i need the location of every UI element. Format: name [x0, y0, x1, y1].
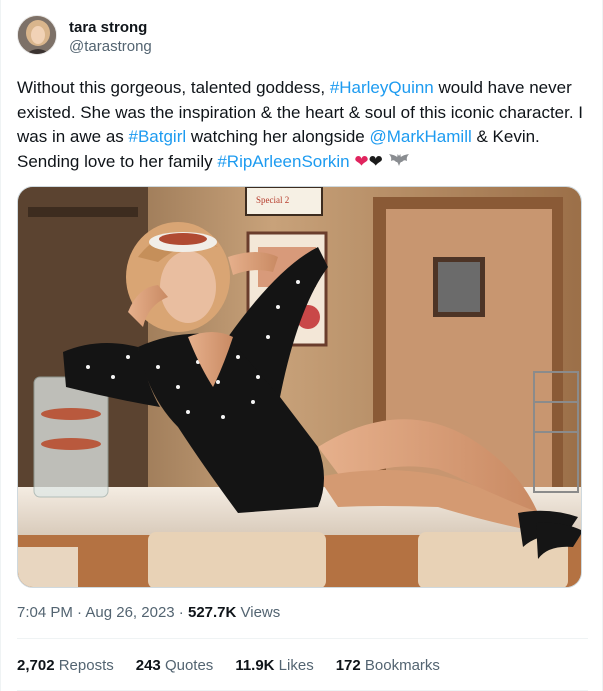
- tweet-text-segment: watching her alongside: [186, 127, 370, 146]
- quotes-count: 243: [135, 657, 161, 674]
- views-count: 527.7K: [187, 604, 237, 621]
- author-display-name[interactable]: tara strong: [69, 18, 152, 37]
- hashtag-harleyquinn-link[interactable]: #HarleyQuinn: [330, 78, 434, 97]
- bookmarks-stat[interactable]: 172 Bookmarks: [336, 656, 440, 676]
- author-handle[interactable]: @tarastrong: [69, 37, 152, 56]
- likes-label: Likes: [274, 657, 314, 674]
- hashtag-riparleensorkin-link[interactable]: #RipArleenSorkin: [217, 152, 349, 171]
- tweet-metadata: 7:04 PM · Aug 26, 2023 · 527.7K Views: [17, 603, 280, 623]
- tweet-card: tara strong @tarastrong Without this gor…: [0, 0, 603, 691]
- divider: [17, 638, 588, 639]
- engagement-stats: 2,702 Reposts 243 Quotes 11.9K Likes 172…: [17, 656, 462, 676]
- hashtag-batgirl-link[interactable]: #Batgirl: [129, 127, 187, 146]
- views-label: Views: [236, 604, 281, 621]
- tweet-time[interactable]: 7:04 PM: [17, 604, 73, 621]
- quotes-stat[interactable]: 243 Quotes: [136, 656, 214, 676]
- reposts-count: 2,702: [17, 657, 55, 674]
- bookmarks-count: 172: [335, 657, 361, 674]
- red-heart-icon: ❤: [354, 151, 369, 171]
- avatar[interactable]: [17, 15, 57, 55]
- quotes-label: Quotes: [160, 657, 214, 674]
- sign-text: Special 2: [256, 195, 289, 205]
- likes-count: 11.9K: [235, 657, 275, 674]
- likes-stat[interactable]: 11.9K Likes: [235, 656, 313, 676]
- tweet-photo[interactable]: Special 2: [17, 186, 582, 588]
- tweet-date[interactable]: Aug 26, 2023: [85, 604, 174, 621]
- reposts-stat[interactable]: 2,702 Reposts: [17, 656, 114, 676]
- mention-markhamill-link[interactable]: @MarkHamill: [369, 127, 471, 146]
- meta-separator: ·: [72, 604, 86, 621]
- black-heart-icon: ❤: [368, 151, 383, 171]
- meta-separator: ·: [174, 604, 188, 621]
- bookmarks-label: Bookmarks: [360, 657, 440, 674]
- tweet-text: Without this gorgeous, talented goddess,…: [17, 76, 589, 175]
- bat-icon: [388, 151, 410, 176]
- tweet-header: tara strong @tarastrong: [17, 15, 152, 56]
- reposts-label: Reposts: [54, 657, 114, 674]
- tweet-text-segment: Without this gorgeous, talented goddess,: [17, 78, 330, 97]
- author-names: tara strong @tarastrong: [69, 18, 152, 56]
